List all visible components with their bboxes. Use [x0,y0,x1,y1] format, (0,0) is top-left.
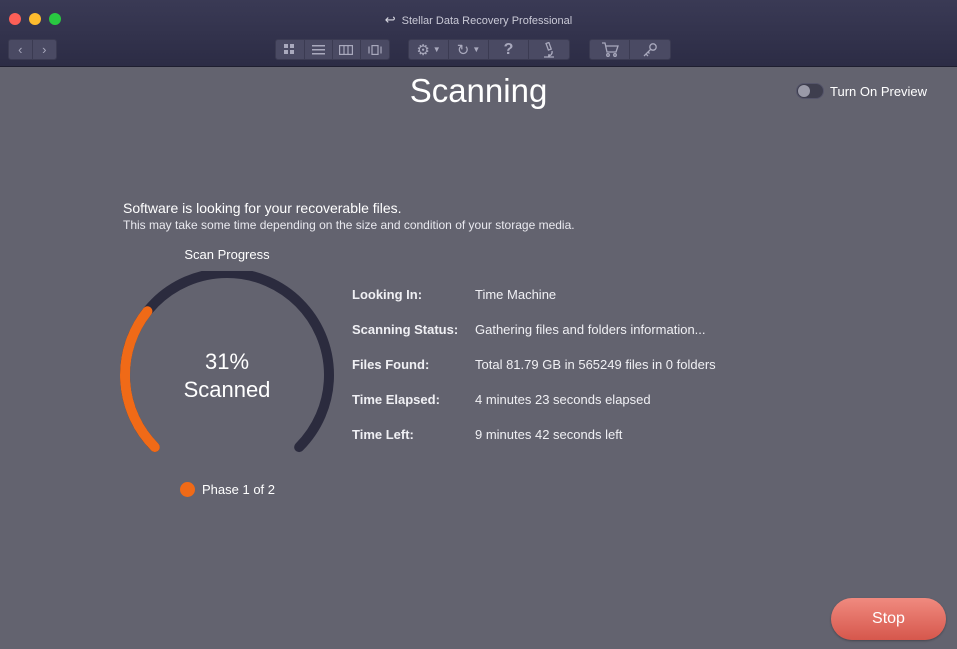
chevron-left-icon: ‹ [18,42,23,57]
coverflow-icon [368,44,382,55]
window-title-text: Stellar Data Recovery Professional [401,15,573,27]
list-icon [311,44,325,54]
history-icon: ↻ [456,41,470,59]
help-icon: ? [503,40,514,58]
chevron-down-icon: ▼ [472,45,481,54]
buy-button[interactable] [590,40,631,59]
list-view-button[interactable] [305,40,333,59]
phase-indicator: Phase 1 of 2 [180,482,275,497]
chevron-right-icon: › [42,42,47,57]
key-icon [643,42,657,56]
progress-suffix: Scanned [183,377,271,402]
columns-icon [339,44,354,55]
scan-probe-button[interactable] [529,40,569,59]
actions-segment: ⚙ ▼ ↻ ▼ ? [408,39,570,60]
history-button[interactable]: ↻ ▼ [449,40,489,59]
preview-toggle-label: Turn On Preview [830,83,928,99]
window-title: ↩ Stellar Data Recovery Professional [0,12,957,28]
grid-view-button[interactable] [276,40,305,59]
phase-dot [180,482,195,497]
detail-row: Looking In: Time Machine [352,287,716,322]
cart-icon [601,42,619,57]
store-segment [589,39,671,60]
microscope-icon [544,41,554,58]
detail-row: Time Elapsed: 4 minutes 23 seconds elaps… [352,392,716,427]
settings-button[interactable]: ⚙ ▼ [409,40,449,59]
detail-label: Scanning Status: [352,322,459,337]
detail-value: Total 81.79 GB in 565249 files in 0 fold… [475,357,716,372]
detail-row: Files Found: Total 81.79 GB in 565249 fi… [352,357,716,392]
coverflow-view-button[interactable] [361,40,389,59]
column-view-button[interactable] [333,40,361,59]
title-bar: ↩ Stellar Data Recovery Professional ‹ › … [0,0,957,67]
preview-toggle-switch[interactable] [796,83,824,99]
detail-value: 4 minutes 23 seconds elapsed [475,392,651,407]
detail-value: Time Machine [475,287,557,302]
detail-row: Scanning Status: Gathering files and fol… [352,322,716,357]
return-icon: ↩ [384,12,396,27]
forward-button[interactable]: › [33,40,56,59]
detail-label: Files Found: [352,357,430,372]
help-button[interactable]: ? [489,40,529,59]
scan-details: Looking In: Time Machine Scanning Status… [352,287,716,462]
navigation-segment: ‹ › [8,39,57,60]
progress-percent: 31% [204,349,250,374]
detail-value: 9 minutes 42 seconds left [475,427,623,442]
stop-button[interactable]: Stop [831,598,946,640]
chevron-down-icon: ▼ [432,45,441,54]
back-button[interactable]: ‹ [9,40,33,59]
detail-row: Time Left: 9 minutes 42 seconds left [352,427,716,462]
view-mode-segment [275,39,390,60]
activate-button[interactable] [630,40,670,59]
grid-icon [284,44,295,54]
toggle-knob [798,85,810,97]
gear-icon: ⚙ [416,41,430,59]
detail-value: Gathering files and folders information.… [475,322,706,337]
preview-toggle-group[interactable]: Turn On Preview [796,83,927,99]
phase-label: Phase 1 of 2 [202,482,275,497]
progress-title: Scan Progress [184,247,270,262]
scan-message-primary: Software is looking for your recoverable… [123,200,402,216]
detail-label: Looking In: [352,287,423,302]
scan-message-secondary: This may take some time depending on the… [123,218,575,232]
detail-label: Time Left: [352,427,414,442]
progress-readout: 31% Scanned [121,348,333,404]
detail-label: Time Elapsed: [352,392,440,407]
